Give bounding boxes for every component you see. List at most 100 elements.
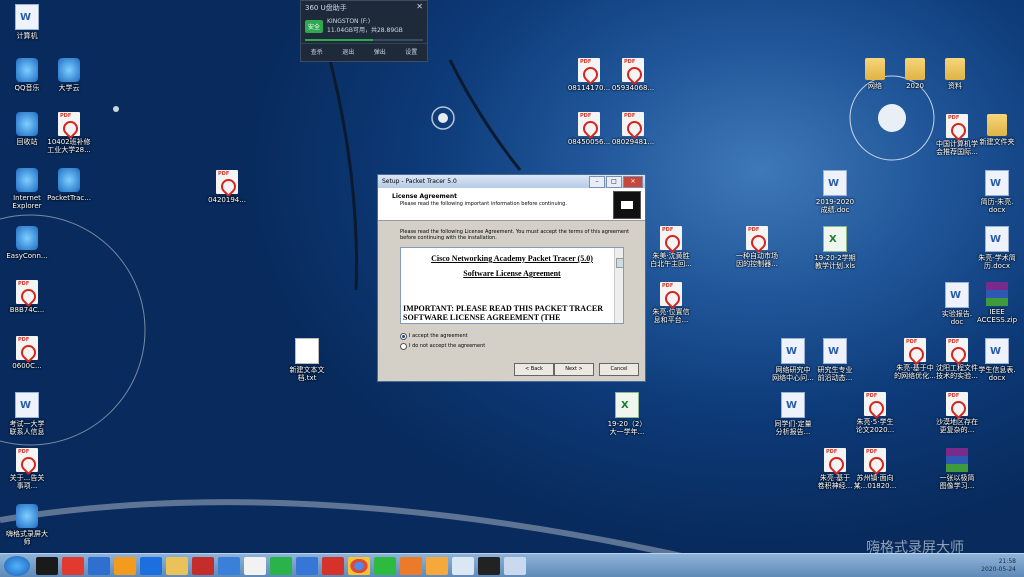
pdf-file-icon — [946, 338, 968, 362]
close-button[interactable]: ✕ — [623, 176, 643, 188]
desktop: { "desktop_icons": [ {"label":"计算机","typ… — [0, 0, 1024, 577]
header-title: License Agreement — [392, 193, 458, 200]
desktop-icon[interactable]: EasyConn... — [2, 226, 52, 260]
taskbar-app-hot-icon[interactable] — [62, 556, 84, 575]
desktop-icon[interactable]: IEEE ACCESS.zip — [972, 282, 1022, 324]
taskbar-app-cloud-icon[interactable] — [244, 556, 266, 575]
desktop-icon[interactable]: 0600C... — [2, 336, 52, 370]
taskbar-app-wps-icon[interactable] — [192, 556, 214, 575]
desktop-icon[interactable]: 沙漠地区存在 更复杂的... — [932, 392, 982, 434]
taskbar-app-teamviewer-icon[interactable] — [140, 556, 162, 575]
xls-file-icon — [823, 226, 847, 252]
wizard-header: License Agreement Please read the follow… — [378, 188, 645, 221]
start-button[interactable] — [4, 555, 30, 576]
desktop-icon[interactable]: 新建文本文 档.txt — [282, 338, 332, 382]
desktop-icon-label: 朱亮-学术简 历.docx — [978, 254, 1016, 270]
desktop-icon[interactable]: 计算机 — [2, 4, 52, 40]
taskbar-wechat-icon[interactable] — [374, 556, 396, 575]
license-scrollbar[interactable] — [614, 248, 623, 323]
taskbar-app-recorder-icon[interactable] — [478, 556, 500, 575]
desktop-icon[interactable]: 简历-朱亮. docx — [972, 170, 1022, 214]
desktop-icon[interactable]: 2019-2020 成绩.doc — [810, 170, 860, 214]
maximize-button[interactable]: □ — [606, 176, 622, 188]
decline-radio[interactable]: I do not accept the agreement — [400, 341, 485, 351]
desktop-icon-label: 05934068... — [611, 84, 655, 92]
desktop-icon[interactable]: 苏州镇·面向 某...01820... — [850, 448, 900, 490]
desktop-icon[interactable]: 资料 — [930, 58, 980, 90]
desktop-icon[interactable]: 研究生专业 前沿动态... — [810, 338, 860, 382]
rar-file-icon — [986, 282, 1008, 306]
taskbar-app-qq-icon[interactable] — [36, 556, 58, 575]
desktop-icon[interactable]: 19-20（2） 大一学年... — [602, 392, 652, 436]
desktop-icon[interactable]: 一种自动市场 因的控制器... — [732, 226, 782, 268]
desktop-icon[interactable]: 新建文件夹 — [972, 114, 1022, 146]
desktop-icon[interactable]: 嗨格式录屏大 师 — [2, 504, 52, 546]
pdf-file-icon — [216, 170, 238, 194]
desktop-icon[interactable]: 08114170... — [564, 58, 614, 92]
title-bar[interactable]: Setup - Packet Tracer 5.0 – □ ✕ — [378, 175, 645, 188]
desktop-icon-label: 同学们·定量 分析报告... — [774, 420, 812, 436]
popup-action-exit[interactable]: 退出 — [342, 47, 354, 56]
desktop-icon[interactable]: 朱亮-学术简 历.docx — [972, 226, 1022, 270]
taskbar-app-video-icon[interactable] — [88, 556, 110, 575]
desktop-icon[interactable]: PacketTrac... — [44, 168, 94, 202]
taskbar-app-player-icon[interactable] — [114, 556, 136, 575]
desktop-icon[interactable]: 朱亮·位置信 息和平台... — [646, 282, 696, 324]
doc-file-icon — [823, 170, 847, 196]
doc-file-icon — [15, 4, 39, 30]
desktop-icon[interactable]: 10402班补修 工业大学28... — [44, 112, 94, 154]
desktop-icon[interactable]: 大学云 — [44, 58, 94, 92]
desktop-icon[interactable]: 关于...告关 事项... — [2, 448, 52, 490]
desktop-icon-label: 0600C... — [12, 362, 42, 370]
desktop-icon-label: 08029481... — [611, 138, 655, 146]
taskbar-app-iqiyi-icon[interactable] — [270, 556, 292, 575]
usb-assistant-popup[interactable]: 360 U盘助手 ✕ 安全 KINGSTON (F:) 11.04GB可用，共2… — [300, 0, 428, 62]
taskbar-app-paint-icon[interactable] — [400, 556, 422, 575]
close-icon[interactable]: ✕ — [416, 2, 423, 11]
accept-radio[interactable]: I accept the agreement — [400, 331, 485, 341]
system-tray-clock[interactable]: 21:58 2020-05-24 — [981, 558, 1024, 574]
desktop-icon[interactable]: 19-20-2学期 教学计划.xls — [810, 226, 860, 270]
desktop-icon[interactable]: 朱亮·5·学生 论文2020... — [850, 392, 900, 434]
desktop-icon[interactable]: 考试一大学 联系人信息 — [2, 392, 52, 436]
taskbar-app-mail2-icon[interactable] — [426, 556, 448, 575]
desktop-icon-label: 10402班补修 工业大学28... — [47, 138, 91, 154]
taskbar-setup-icon[interactable] — [504, 556, 526, 575]
device-name: KINGSTON (F:) — [327, 18, 371, 25]
desktop-icon[interactable]: 0420194... — [202, 170, 252, 204]
cancel-button[interactable]: Cancel — [599, 363, 639, 376]
watermark: 嗨格式录屏大师 — [866, 540, 964, 556]
desktop-icon[interactable]: 一张以极简 图像学习... — [932, 448, 982, 490]
desktop-icon[interactable]: 08029481... — [608, 112, 658, 146]
license-textbox[interactable]: Cisco Networking Academy Packet Tracer (… — [400, 247, 624, 324]
popup-action-scan[interactable]: 查杀 — [311, 47, 323, 56]
desktop-icon[interactable]: 05934068... — [608, 58, 658, 92]
popup-action-settings[interactable]: 设置 — [405, 47, 417, 56]
taskbar-app-netease-icon[interactable] — [322, 556, 344, 575]
tray-time: 21:58 — [998, 557, 1016, 565]
desktop-icon-label: 考试一大学 联系人信息 — [9, 420, 45, 436]
desktop-icon[interactable]: 同学们·定量 分析报告... — [768, 392, 818, 436]
taskbar-app-explorer-icon[interactable] — [166, 556, 188, 575]
desktop-icon-label: 计算机 — [16, 32, 38, 40]
taskbar-app-baidu-icon[interactable] — [296, 556, 318, 575]
next-button[interactable]: Next > — [554, 363, 594, 376]
minimize-button[interactable]: – — [589, 176, 605, 188]
intro-text: Please read the following License Agreem… — [400, 229, 630, 241]
desktop-icon[interactable]: B8B74C... — [2, 280, 52, 314]
popup-title: 360 U盘助手 — [305, 4, 347, 12]
desktop-icon[interactable]: 学生信息表. docx — [972, 338, 1022, 382]
pdf-file-icon — [58, 112, 80, 136]
popup-action-eject[interactable]: 弹出 — [374, 47, 386, 56]
app-file-icon — [58, 168, 80, 192]
desktop-icon-label: 08114170... — [567, 84, 611, 92]
back-button[interactable]: < Back — [514, 363, 554, 376]
desktop-icon[interactable]: 08450056... — [564, 112, 614, 146]
desktop-icon[interactable]: 朱美·沈黄胜 白北午主回... — [646, 226, 696, 268]
setup-window: Setup - Packet Tracer 5.0 – □ ✕ License … — [377, 174, 646, 382]
taskbar-app-mail-icon[interactable] — [218, 556, 240, 575]
taskbar-chrome-icon[interactable] — [348, 556, 370, 575]
doc-file-icon — [985, 170, 1009, 196]
doc-file-icon — [945, 282, 969, 308]
taskbar-app-word-icon[interactable] — [452, 556, 474, 575]
